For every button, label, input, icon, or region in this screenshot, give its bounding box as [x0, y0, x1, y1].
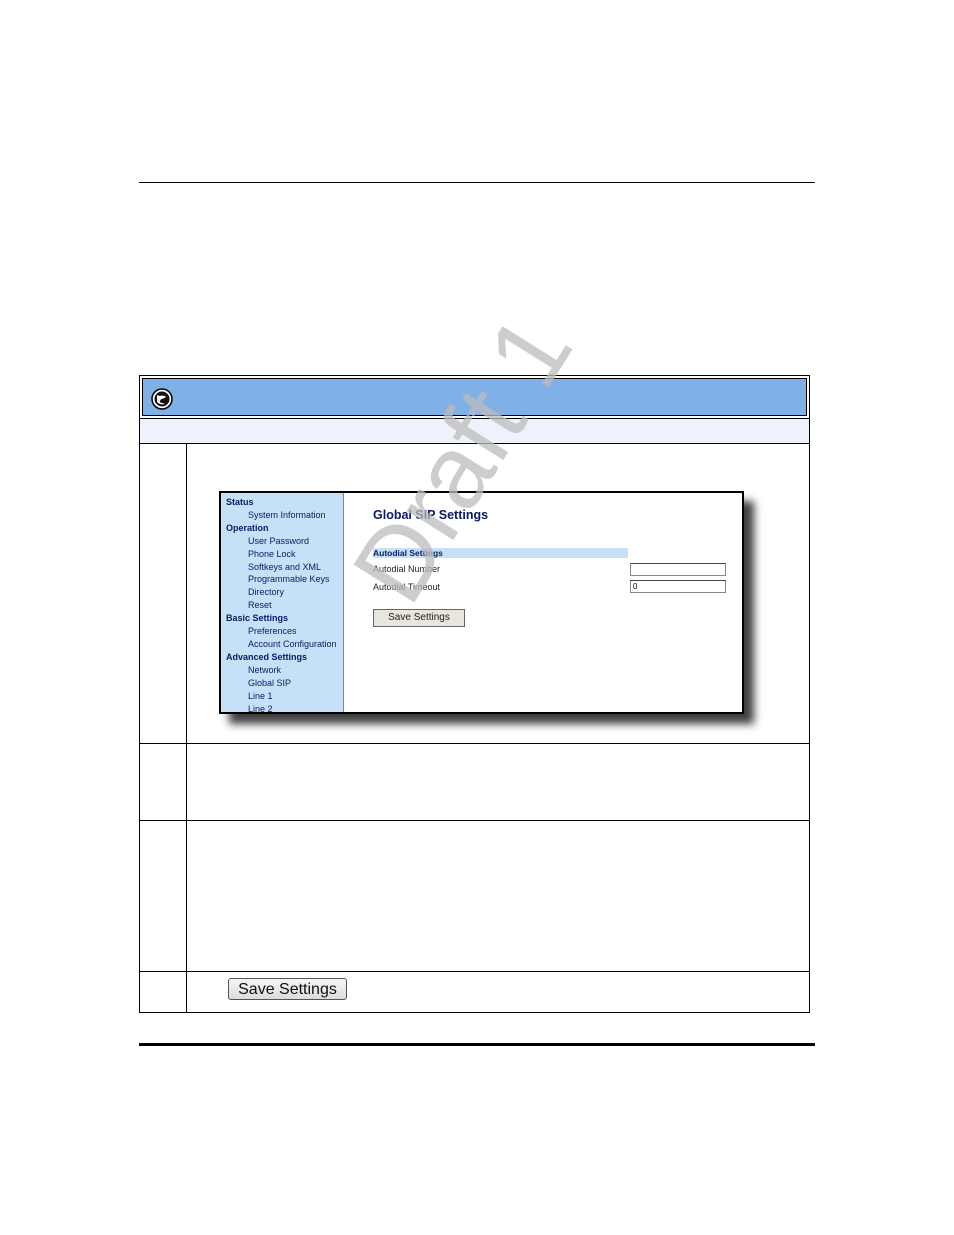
autodial-settings-bar: Autodial Settings: [373, 548, 628, 558]
nav-item[interactable]: Preferences: [221, 625, 343, 638]
nav-section-heading: Status: [226, 497, 254, 507]
webui-save-settings-button[interactable]: Save Settings: [373, 609, 465, 627]
step-row: [139, 821, 810, 972]
save-settings-button[interactable]: Save Settings: [228, 978, 347, 1000]
nav-item[interactable]: Phone Lock: [221, 548, 343, 561]
webui-page-title: Global SIP Settings: [373, 508, 489, 522]
step-number-cell: [140, 821, 187, 971]
nav-item[interactable]: Reset: [221, 599, 343, 612]
nav-section-heading: Basic Settings: [226, 613, 289, 624]
nav-item[interactable]: User Password: [221, 535, 343, 548]
nav-item[interactable]: Global SIP: [221, 677, 343, 690]
step-row: [139, 744, 810, 821]
bottom-rule: [139, 1043, 815, 1046]
autodial-number-input[interactable]: [630, 563, 726, 576]
nav-item[interactable]: Network: [221, 664, 343, 677]
procedure-subheader: [139, 419, 810, 444]
nav-item[interactable]: Programmable Keys: [221, 573, 343, 586]
step-number-cell: [140, 744, 187, 820]
globe-icon: [151, 388, 173, 410]
autodial-timeout-input[interactable]: 0: [630, 580, 726, 593]
nav-section-heading: Operation: [226, 522, 269, 533]
nav-item[interactable]: Account Configuration: [221, 638, 343, 651]
autodial-number-label: Autodial Number: [373, 564, 441, 574]
step-number-cell: [140, 972, 187, 1012]
nav-item[interactable]: Directory: [221, 586, 343, 599]
nav-item[interactable]: Line 2: [221, 703, 343, 713]
nav-item[interactable]: Softkeys and XML: [221, 561, 343, 574]
step-number-cell: [140, 444, 187, 743]
webui-sidebar-nav: Status System Information Operation User Pa…: [221, 493, 344, 713]
top-rule: [139, 182, 815, 183]
nav-item[interactable]: Line 1: [221, 690, 343, 703]
webui-content: Global SIP Settings Autodial Settings Au…: [344, 493, 742, 712]
web-ui-screenshot: Status System Information Operation User Pa…: [219, 491, 744, 714]
autodial-timeout-label: Autodial Timeout: [373, 582, 441, 592]
procedure-header: [139, 375, 810, 419]
nav-item[interactable]: System Information: [221, 509, 343, 522]
nav-section-heading: Advanced Settings: [226, 651, 308, 662]
